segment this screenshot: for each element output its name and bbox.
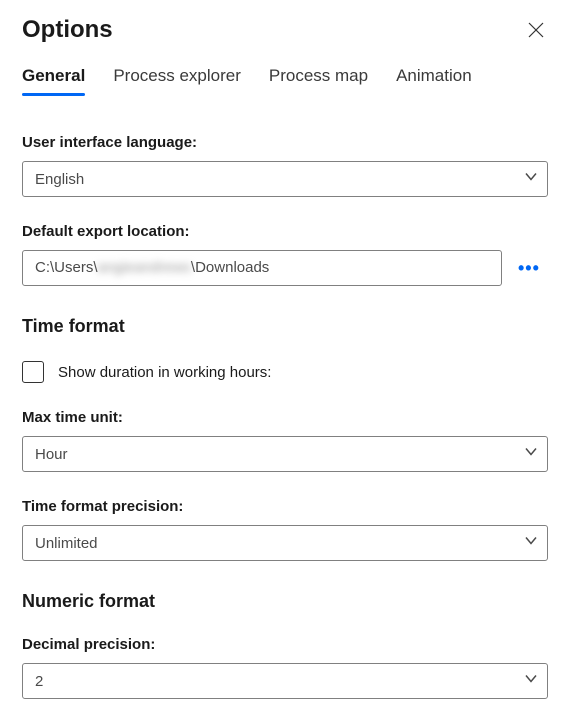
- dialog-title: Options: [22, 16, 113, 44]
- tab-bar: General Process explorer Process map Ani…: [22, 66, 548, 94]
- working-hours-checkbox[interactable]: [22, 361, 44, 383]
- numeric-format-heading: Numeric format: [22, 591, 548, 612]
- export-path-user: angieandrews: [98, 259, 191, 276]
- max-time-unit-select[interactable]: Hour: [22, 436, 548, 472]
- export-location-input[interactable]: C:\Users\angieandrews\Downloads: [22, 250, 502, 286]
- tab-process-map[interactable]: Process map: [269, 66, 368, 94]
- close-icon: [528, 22, 544, 38]
- decimal-precision-select[interactable]: 2: [22, 663, 548, 699]
- language-label: User interface language:: [22, 134, 548, 151]
- tab-general[interactable]: General: [22, 66, 85, 94]
- browse-button[interactable]: •••: [516, 255, 542, 281]
- tab-animation[interactable]: Animation: [396, 66, 472, 94]
- language-select[interactable]: English: [22, 161, 548, 197]
- export-path-prefix: C:\Users\: [35, 259, 98, 276]
- time-format-heading: Time format: [22, 316, 548, 337]
- max-time-unit-label: Max time unit:: [22, 409, 548, 426]
- working-hours-label: Show duration in working hours:: [58, 364, 271, 381]
- time-precision-label: Time format precision:: [22, 498, 548, 515]
- time-precision-select[interactable]: Unlimited: [22, 525, 548, 561]
- tab-process-explorer[interactable]: Process explorer: [113, 66, 241, 94]
- decimal-precision-label: Decimal precision:: [22, 636, 548, 653]
- ellipsis-icon: •••: [518, 258, 540, 278]
- export-path-suffix: \Downloads: [191, 259, 269, 276]
- close-button[interactable]: [524, 18, 548, 42]
- export-location-label: Default export location:: [22, 223, 548, 240]
